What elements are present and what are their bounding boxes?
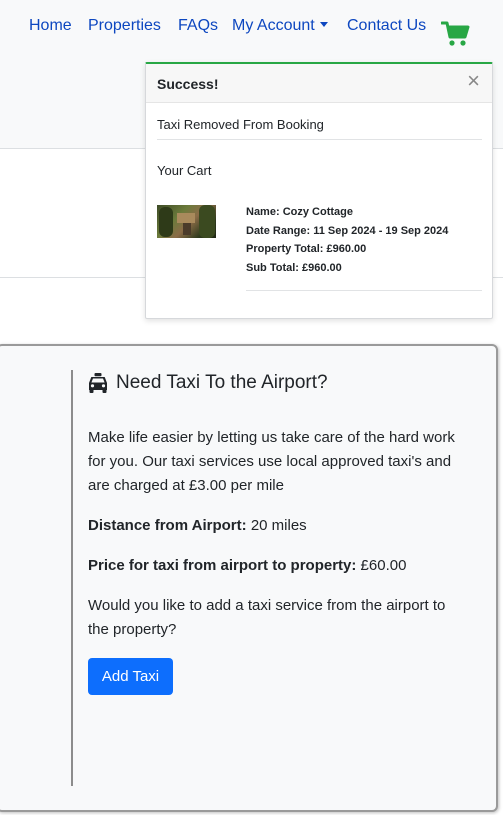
taxi-question: Would you like to add a taxi service fro… [88,597,446,638]
distance-label: Distance from Airport: [88,517,247,534]
nav-home-link[interactable]: Home [29,17,72,35]
property-thumbnail [157,205,216,238]
cart-item-sub-total-row: Sub Total: £960.00 [246,261,342,274]
distance-value: 20 miles [250,517,307,534]
success-toast: Success! × Taxi Removed From Booking You… [145,62,493,319]
toast-divider [157,139,482,140]
cart-item-property-total: £960.00 [326,243,367,255]
add-taxi-button[interactable]: Add Taxi [88,658,173,695]
cart-item-name-row: Name: Cozy Cottage [246,206,353,218]
cart-item-details: Name: Cozy Cottage Date Range: 11 Sep 20… [246,203,448,277]
cart-title: Your Cart [157,163,212,178]
nav-my-account-label: My Account [232,17,315,34]
price-label: Price for taxi from airport to property: [88,557,357,574]
nav-properties-link[interactable]: Properties [88,17,161,35]
taxi-heading: Need Taxi To the Airport? [116,372,328,393]
nav-my-account-dropdown[interactable]: My Account [232,17,328,35]
cart-item-date-range: 11 Sep 2024 - 19 Sep 2024 [313,224,449,237]
chevron-down-icon [319,22,328,27]
nav-contact-us-link[interactable]: Contact Us [347,17,426,35]
cart-item-divider [246,290,482,291]
price-info: Price for taxi from airport to property:… [88,554,463,578]
toast-message: Taxi Removed From Booking [157,117,324,132]
cart-item-sub-total: £960.00 [302,261,342,274]
main-navigation: Home Properties FAQs My Account Contact … [0,0,503,60]
cart-item-date-row: Date Range: 11 Sep 2024 - 19 Sep 2024 [246,224,449,237]
close-icon[interactable]: × [467,70,480,92]
taxi-description: Make life easier by letting us take care… [88,429,455,494]
taxi-panel [0,344,498,812]
toast-title: Success! [157,76,219,92]
cart-item-name: Cozy Cottage [282,206,353,218]
toast-header: Success! × [146,64,492,103]
shopping-cart-icon[interactable] [441,20,471,48]
price-value: £60.00 [360,557,407,574]
nav-faqs-link[interactable]: FAQs [178,17,218,35]
panel-vertical-rule [71,370,73,786]
distance-info: Distance from Airport: 20 miles [88,514,463,538]
cart-item-property-total-row: Property Total: £960.00 [246,243,367,255]
taxi-icon [89,373,107,393]
